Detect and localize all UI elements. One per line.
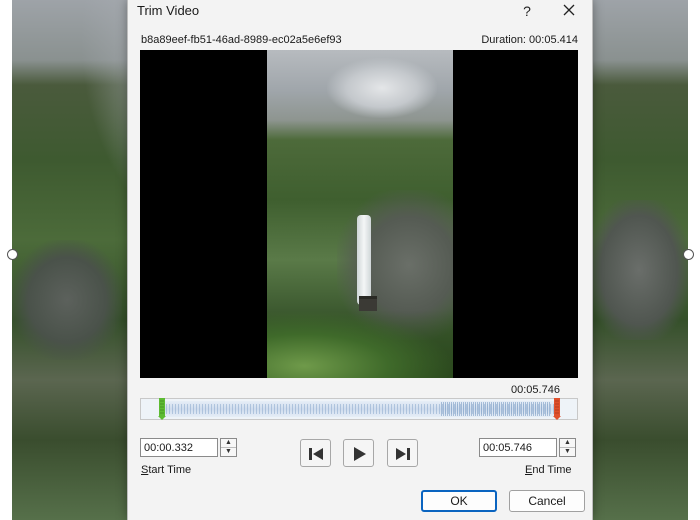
background-rock-right (590, 200, 688, 340)
previous-frame-icon (309, 448, 323, 460)
play-icon (354, 447, 366, 461)
start-time-label-text: tart Time (148, 464, 192, 476)
frame-foliage (267, 310, 453, 378)
ok-button[interactable]: OK (421, 490, 497, 512)
current-time-readout: 00:05.746 (511, 384, 560, 396)
start-time-control: 00:00.332 ▲ ▼ (140, 438, 240, 459)
cancel-button[interactable]: Cancel (509, 490, 585, 512)
next-frame-icon (396, 448, 410, 460)
end-time-down-icon[interactable]: ▼ (560, 448, 575, 456)
selection-handle-right[interactable] (683, 249, 694, 260)
frame-hut (359, 296, 377, 311)
video-duration: Duration: 00:05.414 (481, 34, 578, 46)
help-button[interactable]: ? (514, 0, 540, 22)
start-time-up-icon[interactable]: ▲ (221, 439, 236, 448)
dialog-title: Trim Video (137, 3, 200, 18)
end-marker-handle[interactable] (553, 398, 561, 420)
end-time-spinner[interactable]: ▲ ▼ (559, 438, 576, 457)
background-rock-left (12, 240, 122, 360)
previous-frame-button[interactable] (300, 439, 331, 467)
dialog-titlebar: Trim Video ? (128, 0, 592, 22)
end-time-input[interactable]: 00:05.746 (479, 438, 557, 457)
video-filename: b8a89eef-fb51-46ad-8989-ec02a5e6ef93 (141, 34, 342, 46)
frame-waterfall (357, 215, 371, 305)
video-preview (140, 50, 578, 378)
selection-handle-left[interactable] (7, 249, 18, 260)
help-icon: ? (523, 3, 531, 19)
start-time-input[interactable]: 00:00.332 (140, 438, 218, 457)
start-marker-handle[interactable] (158, 398, 166, 420)
end-time-label: End Time (525, 464, 571, 476)
frame-clouds (327, 58, 437, 118)
end-time-control: 00:05.746 ▲ ▼ (479, 438, 579, 459)
close-icon (563, 4, 575, 16)
trim-timeline[interactable] (140, 398, 578, 420)
close-button[interactable] (556, 0, 582, 22)
start-time-label: Start Time (141, 464, 191, 476)
next-frame-button[interactable] (387, 439, 418, 467)
start-time-down-icon[interactable]: ▼ (221, 448, 236, 456)
audio-waveform-peak (441, 402, 551, 416)
start-time-spinner[interactable]: ▲ ▼ (220, 438, 237, 457)
end-time-label-text: nd Time (532, 464, 572, 476)
end-time-up-icon[interactable]: ▲ (560, 439, 575, 448)
play-button[interactable] (343, 439, 374, 467)
trim-video-dialog: Trim Video ? b8a89eef-fb51-46ad-8989-ec0… (127, 0, 593, 520)
video-frame (267, 50, 453, 378)
